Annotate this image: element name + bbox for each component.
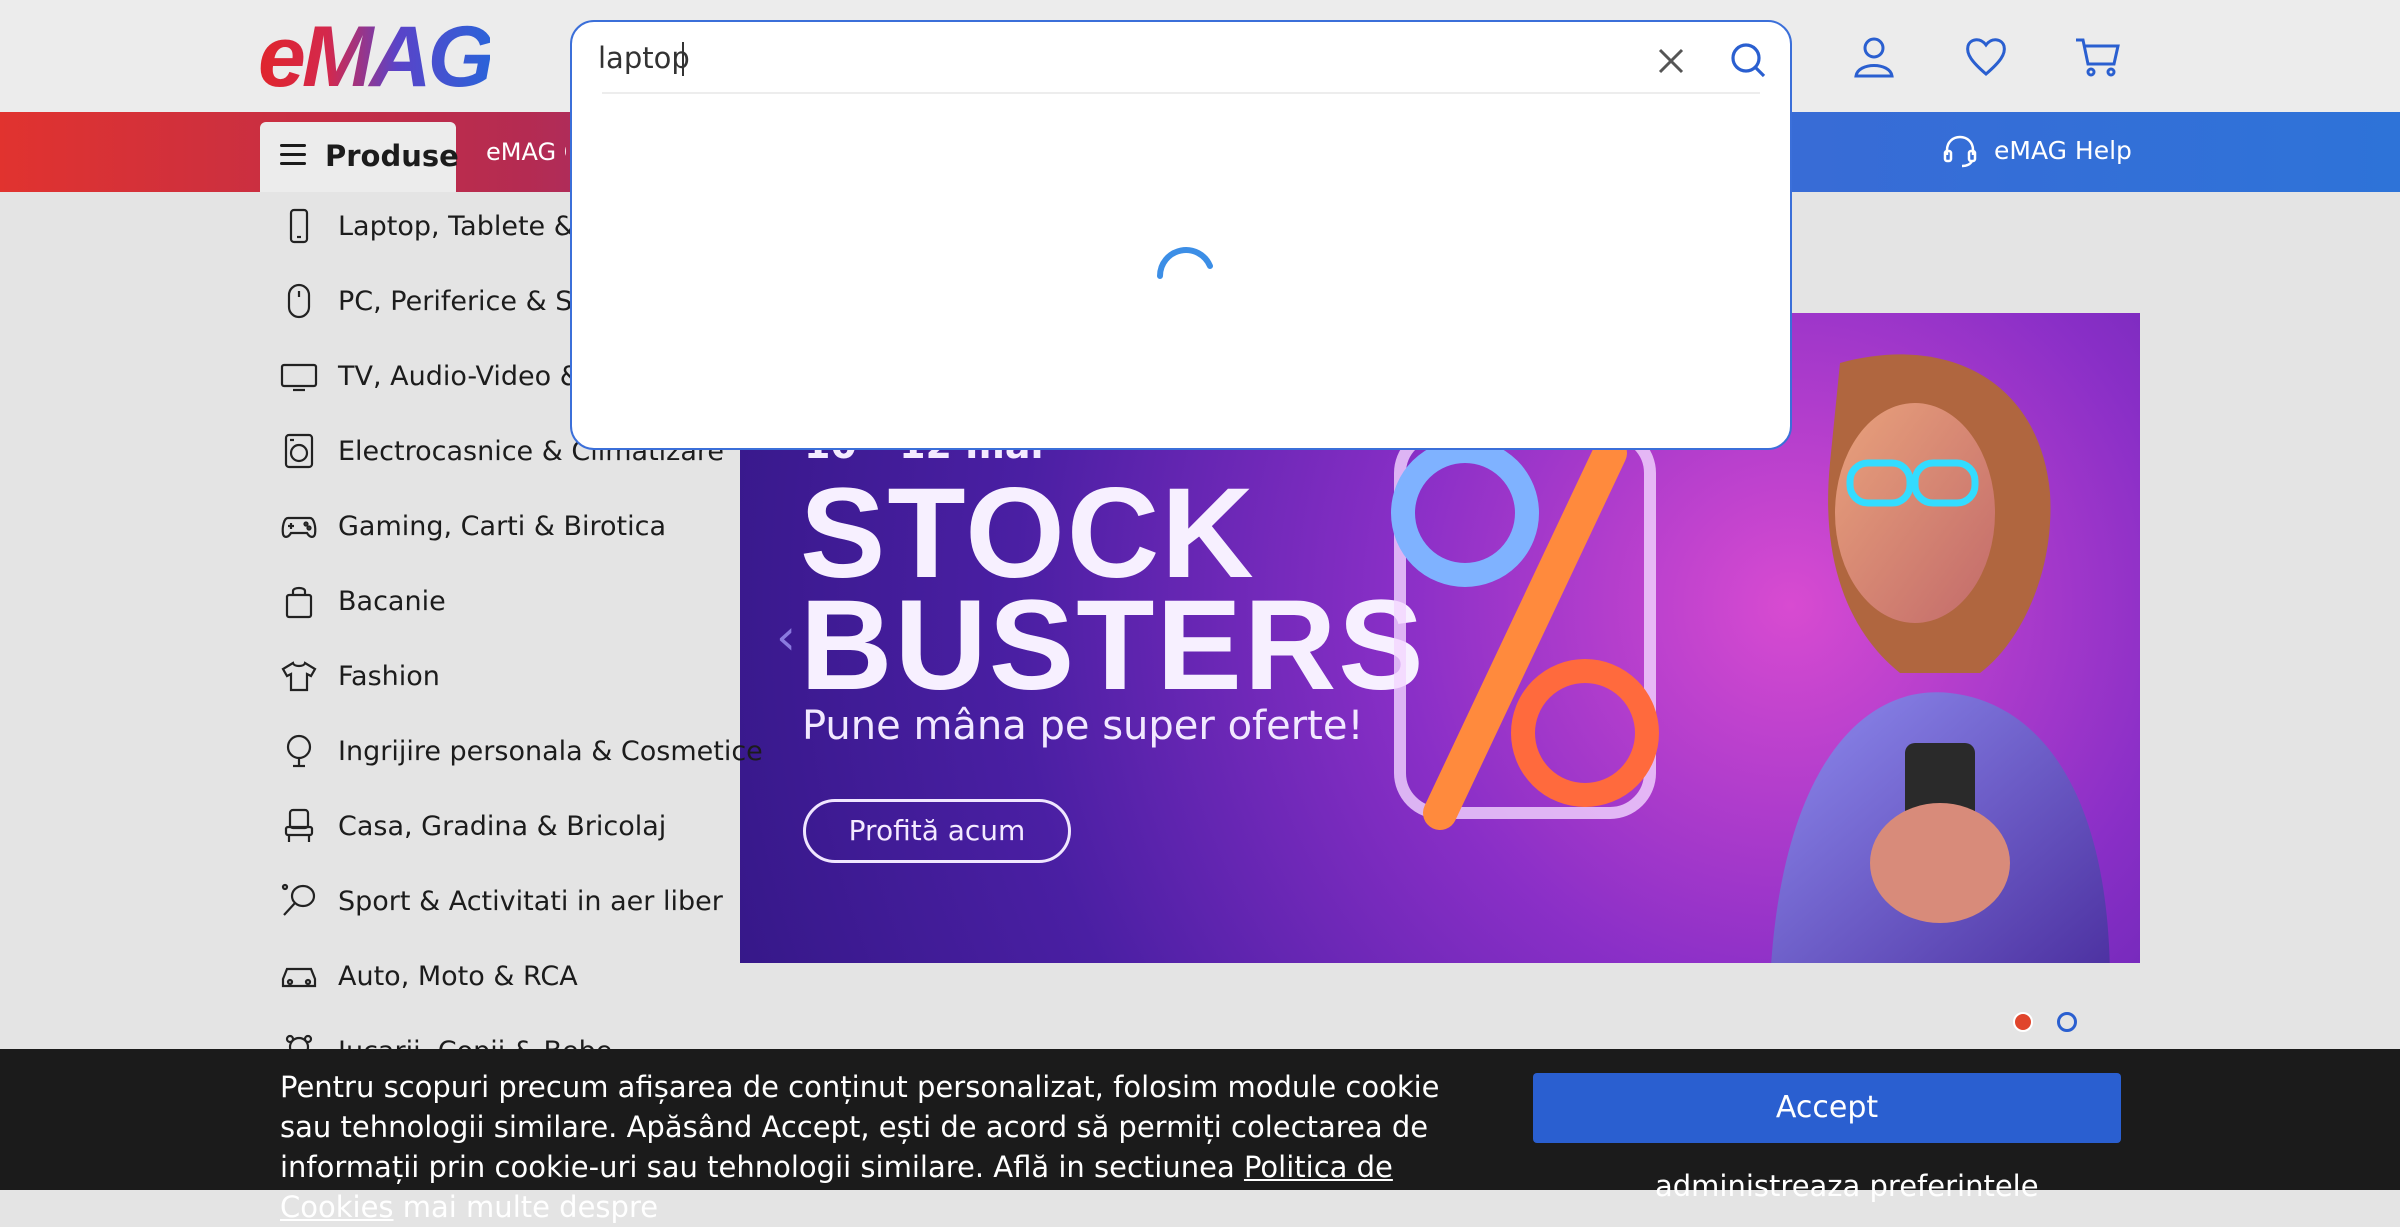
carousel-dot-1[interactable] — [2013, 1012, 2033, 1032]
racket-icon — [281, 883, 316, 916]
chair-icon — [284, 808, 314, 842]
search-input[interactable] — [598, 38, 1598, 78]
sidebar-item-sport[interactable]: Sport & Activitati in aer liber — [280, 871, 723, 931]
search-icon[interactable] — [1728, 40, 1768, 80]
emag-logo[interactable]: eMAG — [258, 14, 494, 100]
close-icon[interactable] — [1652, 42, 1690, 80]
carousel-dot-2[interactable] — [2057, 1012, 2077, 1032]
washer-icon — [284, 433, 314, 469]
mirror-icon — [286, 734, 312, 768]
sidebar-item-cosmetics[interactable]: Ingrijire personala & Cosmetice — [280, 721, 763, 781]
sidebar-item-grocery[interactable]: Bacanie — [280, 571, 446, 631]
sidebar-item-gaming[interactable]: Gaming, Carti & Birotica — [280, 496, 666, 556]
cookie-text: Pentru scopuri precum afișarea de conțin… — [280, 1070, 1440, 1224]
accept-cookies-button[interactable]: Accept — [1533, 1073, 2121, 1143]
headset-icon — [1943, 135, 1977, 168]
carousel-prev-icon[interactable]: ‹ — [776, 608, 796, 666]
tv-icon — [280, 363, 318, 392]
manage-preferences-link[interactable]: administreaza preferintele — [1655, 1169, 2039, 1203]
user-icon[interactable] — [1850, 32, 1898, 80]
mouse-icon — [287, 283, 311, 319]
sidebar-item-home[interactable]: Casa, Gradina & Bricolaj — [280, 796, 666, 856]
products-label: Produse — [325, 139, 459, 173]
products-menu-button[interactable]: Produse — [260, 122, 459, 192]
percent-sign-graphic — [1391, 427, 1659, 830]
bag-icon — [285, 586, 313, 619]
phone-icon — [289, 208, 309, 244]
cookie-banner: Pentru scopuri precum afișarea de conțin… — [0, 1049, 2400, 1224]
heart-icon[interactable] — [1962, 32, 2010, 80]
gamepad-icon — [281, 516, 317, 538]
loading-spinner-icon — [1157, 247, 1213, 279]
cart-icon[interactable] — [2074, 32, 2122, 80]
search-separator — [602, 92, 1760, 94]
sidebar-item-fashion[interactable]: Fashion — [280, 646, 440, 706]
search-panel — [570, 20, 1792, 450]
banner-title: STOCK BUSTERS — [800, 462, 1426, 717]
help-label: eMAG Help — [1994, 136, 2132, 165]
sidebar-item-auto[interactable]: Auto, Moto & RCA — [280, 946, 578, 1006]
hamburger-icon — [280, 144, 306, 166]
banner-cta-button[interactable]: Profită acum — [803, 799, 1071, 863]
nav-link-genius[interactable]: eMAG G — [486, 132, 566, 172]
banner-subtitle: Pune mâna pe super oferte! — [802, 703, 1364, 749]
text-caret — [682, 42, 684, 76]
car-icon — [281, 967, 317, 988]
shirt-icon — [281, 661, 317, 692]
help-link[interactable]: eMAG Help — [1942, 131, 2132, 171]
